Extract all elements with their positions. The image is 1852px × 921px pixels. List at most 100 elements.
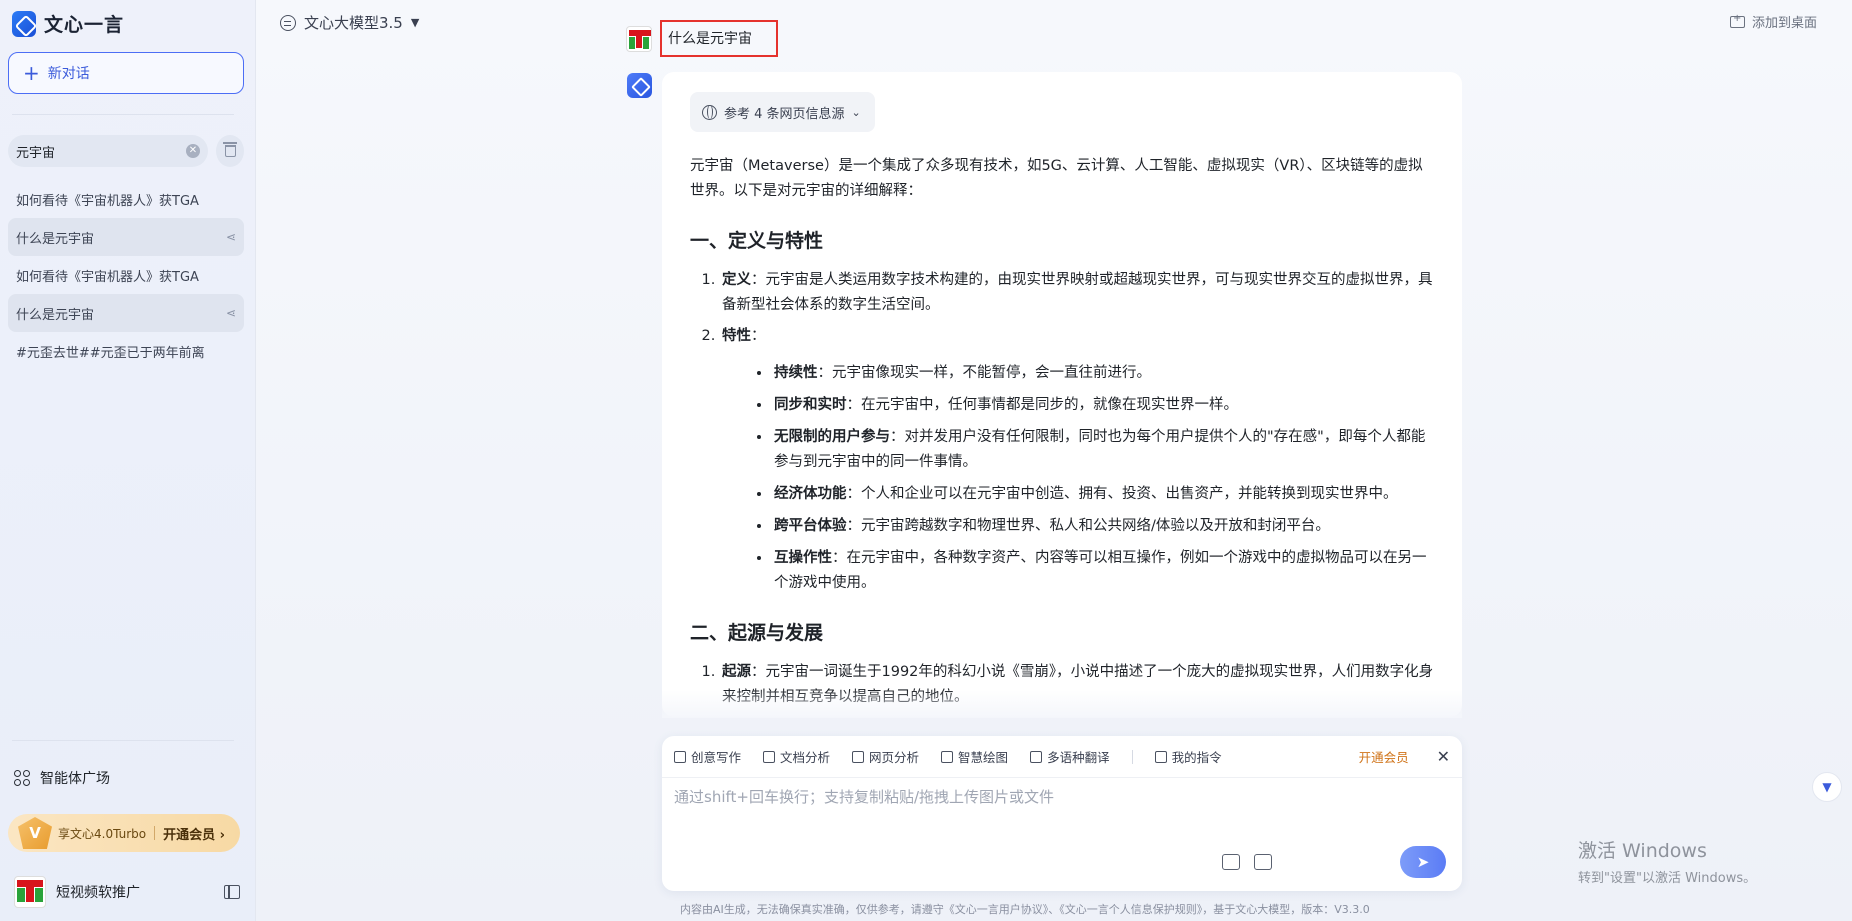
share-icon[interactable]: ⋖ [226,306,236,320]
model-icon [280,14,296,31]
new-chat-button[interactable]: + 新对话 [8,52,244,94]
history-item[interactable]: 如何看待《宇宙机器人》获TGA [8,256,244,294]
trait-text: ：元宇宙跨越数字和物理世界、私人和公共网络/体验以及开放和封闭平台。 [846,518,1330,534]
tool-smart-drawing[interactable]: 智慧绘图 [941,747,1008,766]
model-selector[interactable]: 文心大模型3.5 ▼ [280,12,419,33]
composer: 创意写作 文档分析 网页分析 智慧绘图 多语种翻译 我的指令 开通会员 ✕ ➤ [662,736,1462,891]
sources-dropdown[interactable]: 参考 4 条网页信息源 ⌄ [690,92,875,132]
tool-label: 网页分析 [869,750,920,765]
history-item-label: 什么是元宇宙 [16,231,95,247]
definition-item: 定义：元宇宙是人类运用数字技术构建的，由现实世界映射或超越现实世界，可与现实世界… [720,268,1434,318]
trait-item: 持续性：元宇宙像现实一样，不能暂停，会一直往前进行。 [772,361,1434,386]
share-icon[interactable]: ⋖ [226,230,236,244]
sidebar: 文心一言 + 新对话 ✕ 如何看待《宇宙机器人》获TGA 什么是元宇宙 ⋖ 如何… [0,0,256,921]
traits-item: 特性： 持续性：元宇宙像现实一样，不能暂停，会一直往前进行。 同步和实时：在元宇… [720,324,1434,596]
agents-label: 智能体广场 [40,771,110,787]
definition-label: 定义 [722,272,751,288]
trait-item: 同步和实时：在元宇宙中，任何事情都是同步的，就像在现实世界一样。 [772,393,1434,418]
section-heading: 二、起源与发展 [690,622,824,644]
vip-cta[interactable]: 开通会员 › [163,824,225,843]
answer-intro: 元宇宙（Metaverse）是一个集成了众多现有技术，如5G、云计算、人工智能、… [690,158,1423,199]
history-search-box: ✕ [8,135,208,167]
chevron-down-icon: ⌄ [851,105,861,119]
history-item-label: 什么是元宇宙 [16,307,95,323]
tool-label: 我的指令 [1171,750,1222,765]
user-profile[interactable]: 短视频软推广 [14,876,240,908]
user-message-avatar [626,25,652,52]
user-avatar [14,876,46,908]
upload-file-icon[interactable] [1222,854,1240,870]
add-to-desktop-button[interactable]: 添加到桌面 [1730,12,1817,31]
history-item[interactable]: 什么是元宇宙 ⋖ [8,218,244,256]
clear-search-icon[interactable]: ✕ [186,144,200,158]
brush-icon [941,750,954,763]
app-name: 文心一言 [44,14,125,36]
traits-list: 持续性：元宇宙像现实一样，不能暂停，会一直往前进行。 同步和实时：在元宇宙中，任… [772,361,1434,596]
add-desktop-label: 添加到桌面 [1752,16,1818,31]
answer-card: 参考 4 条网页信息源 ⌄ 元宇宙（Metaverse）是一个集成了众多现有技术… [662,72,1462,717]
tool-translation[interactable]: 多语种翻译 [1030,747,1110,766]
trait-label: 持续性 [774,365,818,381]
plus-icon: + [23,61,40,85]
vip-banner[interactable]: V 享文心4.0Turbo 开通会员 › [8,814,240,852]
sidebar-divider [12,114,234,115]
origin-label: 起源 [722,664,751,680]
tool-label: 文档分析 [780,750,831,765]
trash-icon [222,142,237,157]
globe-icon [702,104,717,120]
vip-badge-icon: V [18,817,52,849]
watermark-line1: 激活 Windows [1578,840,1707,862]
definition-list: 定义：元宇宙是人类运用数字技术构建的，由现实世界映射或超越现实世界，可与现实世界… [720,268,1434,596]
history-item-label: 如何看待《宇宙机器人》获TGA [16,269,199,285]
vip-separator [154,826,156,840]
history-search-row: ✕ [8,135,244,167]
traits-label: 特性 [722,328,751,344]
history-item[interactable]: 什么是元宇宙 ⋖ [8,294,244,332]
collapse-sidebar-icon[interactable] [224,885,240,899]
trait-item: 跨平台体验：元宇宙跨越数字和物理世界、私人和公共网络/体验以及开放和封闭平台。 [772,514,1434,539]
history-item-label: 如何看待《宇宙机器人》获TGA [16,193,199,209]
toolbar-separator [1131,749,1133,764]
agents-plaza-link[interactable]: 智能体广场 [14,768,110,788]
trait-item: 互操作性：在元宇宙中，各种数字资产、内容等可以相互操作，例如一个游戏中的虚拟物品… [772,546,1434,596]
history-search-input[interactable] [16,143,186,159]
tool-label: 智慧绘图 [958,750,1009,765]
history-list: 如何看待《宇宙机器人》获TGA 什么是元宇宙 ⋖ 如何看待《宇宙机器人》获TGA… [8,180,244,370]
trait-text: ：在元宇宙中，各种数字资产、内容等可以相互操作，例如一个游戏中的虚拟物品可以在另… [774,550,1427,591]
trait-label: 同步和实时 [774,397,847,413]
document-icon [763,750,776,763]
windows-activation-watermark: 激活 Windows 转到"设置"以激活 Windows。 [1578,836,1756,886]
history-item[interactable]: 如何看待《宇宙机器人》获TGA [8,180,244,218]
message-input[interactable] [674,786,1450,842]
trait-label: 经济体功能 [774,486,847,502]
trait-item: 经济体功能：个人和企业可以在元宇宙中创造、拥有、投资、出售资产，并能转换到现实世… [772,482,1434,507]
open-vip-link[interactable]: 开通会员 [1359,747,1409,766]
agents-icon [14,770,30,786]
app-logo[interactable]: 文心一言 [12,10,124,37]
tool-doc-analysis[interactable]: 文档分析 [763,747,830,766]
pen-icon [674,750,686,763]
send-button[interactable]: ➤ [1400,846,1446,878]
trait-item: 无限制的用户参与：对并发用户没有任何限制，同时也为每个用户提供个人的"存在感"，… [772,425,1434,475]
user-question: 什么是元宇宙 [660,20,778,57]
sidebar-divider [12,740,234,741]
desktop-icon [1730,13,1745,28]
delete-history-button[interactable] [216,135,244,167]
tool-label: 多语种翻译 [1047,750,1110,765]
answer-fade [662,690,1462,718]
tool-creative-writing[interactable]: 创意写作 [674,747,741,766]
close-icon[interactable]: ✕ [1437,747,1450,766]
send-icon: ➤ [1416,853,1430,871]
tool-my-prompts[interactable]: 我的指令 [1154,747,1222,766]
upload-image-icon[interactable] [1254,854,1272,870]
tool-web-analysis[interactable]: 网页分析 [852,747,919,766]
trait-label: 无限制的用户参与 [774,429,890,445]
history-item-label: #元歪去世##元歪已于两年前离 [16,345,205,361]
webpage-icon [852,750,865,763]
scroll-to-bottom-button[interactable]: ▼ [1812,772,1842,802]
trait-text: ：在元宇宙中，任何事情都是同步的，就像在现实世界一样。 [846,397,1239,413]
history-item[interactable]: #元歪去世##元歪已于两年前离 [8,332,244,370]
chevron-down-icon: ▼ [1822,780,1832,794]
disclaimer-note: 内容由AI生成，无法确保真实准确，仅供参考，请遵守《文心一言用户协议》、《文心一… [680,903,1370,916]
answer-body: 元宇宙（Metaverse）是一个集成了众多现有技术，如5G、云计算、人工智能、… [690,154,1434,710]
